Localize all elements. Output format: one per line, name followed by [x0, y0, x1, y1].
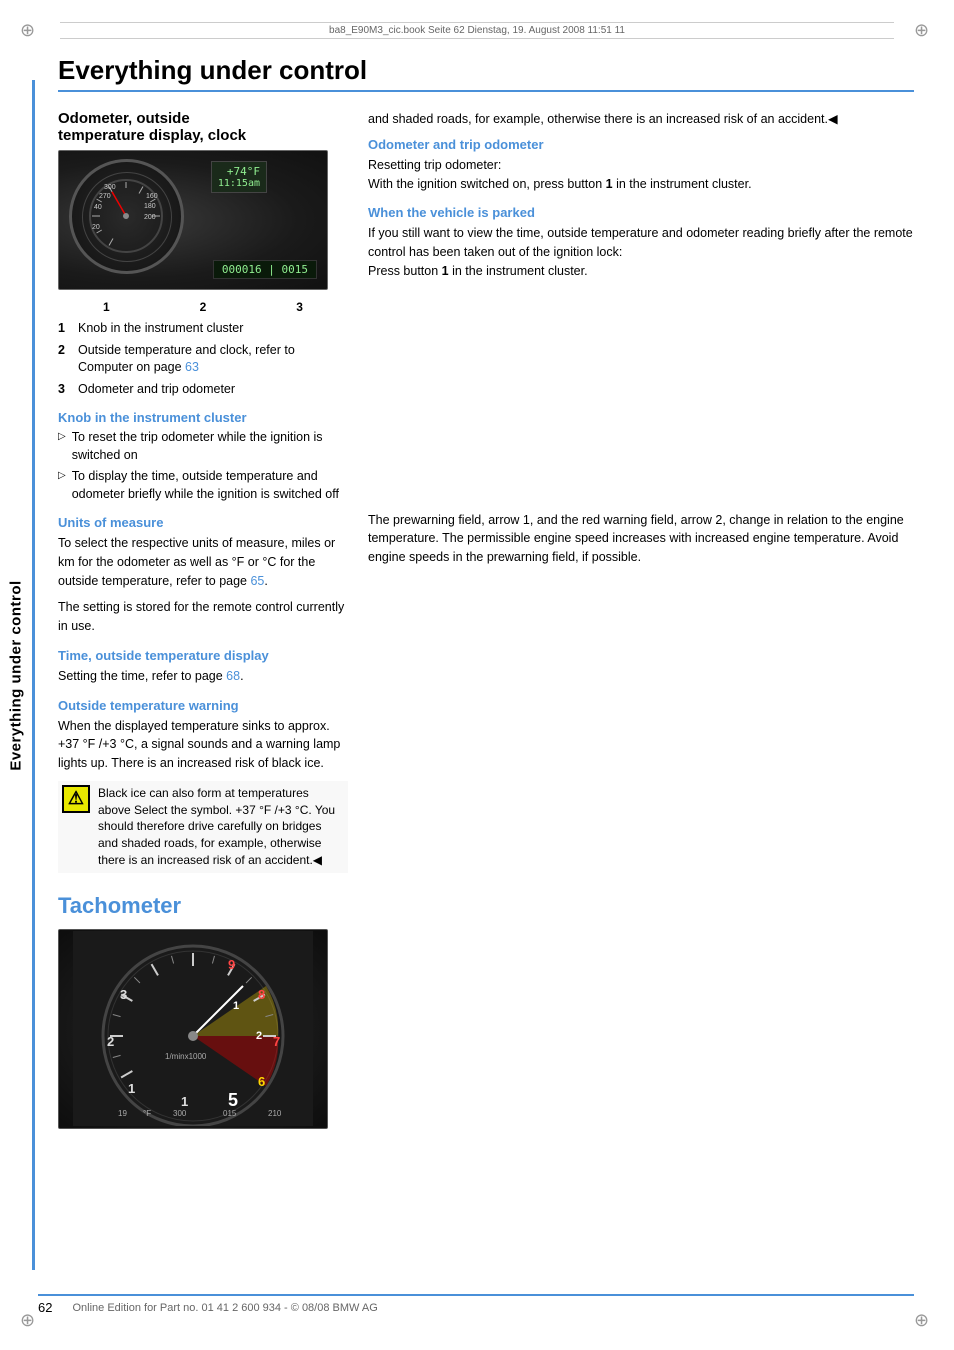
svg-text:1: 1: [128, 1081, 135, 1096]
list-item-1-text: Knob in the instrument cluster: [78, 320, 243, 338]
tacho-text-spacer: The prewarning field, arrow 1, and the r…: [368, 511, 914, 567]
left-column: Odometer, outsidetemperature display, cl…: [58, 110, 348, 1139]
tacho-image: 3 2 1 1 5 6 7 8 9 1/minx1000: [58, 929, 328, 1129]
units-text2: The setting is stored for the remote con…: [58, 598, 348, 636]
corner-mark-br: ⊕: [914, 1310, 934, 1330]
list-item-2-text: Outside temperature and clock, refer to …: [78, 342, 348, 377]
knob-bullet-2: To display the time, outside temperature…: [58, 468, 348, 503]
tacho-inner: 3 2 1 1 5 6 7 8 9 1/minx1000: [59, 930, 327, 1128]
list-item-1: 1 Knob in the instrument cluster: [58, 320, 348, 338]
svg-text:210: 210: [268, 1109, 282, 1118]
svg-text:180: 180: [144, 203, 156, 210]
page-title: Everything under control: [58, 55, 914, 92]
odo-trip-heading: Odometer and trip odometer: [368, 137, 914, 152]
svg-text:3: 3: [120, 987, 127, 1002]
svg-text:1: 1: [181, 1094, 188, 1109]
numbered-list: 1 Knob in the instrument cluster 2 Outsi…: [58, 320, 348, 398]
page-68-link[interactable]: 68: [226, 669, 240, 683]
svg-text:9: 9: [228, 957, 235, 972]
right-column: and shaded roads, for example, otherwise…: [368, 110, 914, 1139]
svg-text:40: 40: [94, 204, 102, 211]
dash-inner: 40 20 160 180 200 270 300: [59, 151, 327, 289]
time-heading: Time, outside temperature display: [58, 648, 348, 663]
sidebar: Everything under control: [0, 80, 35, 1270]
temp-warning-text: When the displayed temperature sinks to …: [58, 717, 348, 773]
item-numbers: 1 2 3: [58, 300, 348, 314]
list-item-3: 3 Odometer and trip odometer: [58, 381, 348, 399]
svg-text:7: 7: [273, 1034, 280, 1049]
svg-text:300: 300: [173, 1109, 187, 1118]
odo-trip-text: Resetting trip odometer:With the ignitio…: [368, 156, 914, 194]
sidebar-label: Everything under control: [8, 580, 25, 770]
corner-mark-tl: ⊕: [20, 20, 40, 40]
digital-display: +74°F 11:15am: [211, 161, 267, 193]
warning-box: ⚠ Black ice can also form at temperature…: [58, 781, 348, 873]
svg-text:°F: °F: [143, 1109, 151, 1118]
list-item-3-text: Odometer and trip odometer: [78, 381, 235, 399]
svg-text:8: 8: [258, 987, 265, 1002]
svg-text:2: 2: [256, 1030, 262, 1042]
tacho-svg: 3 2 1 1 5 6 7 8 9 1/minx1000: [73, 931, 313, 1126]
svg-text:1/minx1000: 1/minx1000: [165, 1052, 207, 1061]
footer-text: Online Edition for Part no. 01 41 2 600 …: [72, 1302, 377, 1314]
svg-text:2: 2: [107, 1034, 114, 1049]
temp-warning-heading: Outside temperature warning: [58, 698, 348, 713]
digital-time: 11:15am: [218, 178, 260, 189]
speedo-svg: 40 20 160 180 200 270 300: [84, 174, 169, 259]
page-number: 62: [38, 1300, 52, 1315]
warning-icon: ⚠: [62, 785, 90, 813]
item-label-3: 3: [296, 300, 303, 314]
instrument-cluster-image: 40 20 160 180 200 270 300: [58, 150, 328, 290]
page-65-link[interactable]: 65: [250, 574, 264, 588]
svg-text:200: 200: [144, 214, 156, 221]
svg-text:20: 20: [92, 224, 100, 231]
svg-text:6: 6: [258, 1074, 265, 1089]
svg-text:5: 5: [228, 1090, 238, 1110]
list-item-2: 2 Outside temperature and clock, refer t…: [58, 342, 348, 377]
main-content: Everything under control Odometer, outsi…: [38, 0, 954, 1179]
svg-text:300: 300: [104, 184, 116, 191]
page-footer: 62 Online Edition for Part no. 01 41 2 6…: [38, 1294, 914, 1315]
svg-text:160: 160: [146, 193, 158, 200]
warning-box-text: Black ice can also form at temperatures …: [98, 785, 344, 869]
tacho-section: Tachometer: [58, 893, 348, 1129]
speedo-inner: 40 20 160 180 200 270 300: [82, 172, 172, 262]
parked-heading: When the vehicle is parked: [368, 205, 914, 220]
time-text: Setting the time, refer to page 68.: [58, 667, 348, 686]
parked-text: If you still want to view the time, outs…: [368, 224, 914, 280]
tacho-title: Tachometer: [58, 893, 348, 919]
units-heading: Units of measure: [58, 515, 348, 530]
file-bar: ba8_E90M3_cic.book Seite 62 Dienstag, 19…: [60, 22, 894, 39]
knob-heading: Knob in the instrument cluster: [58, 410, 348, 425]
odometer-section-heading: Odometer, outsidetemperature display, cl…: [58, 110, 348, 144]
knob-bullet-1: To reset the trip odometer while the ign…: [58, 429, 348, 464]
page-63-link[interactable]: 63: [185, 360, 199, 374]
svg-text:1: 1: [233, 1000, 239, 1012]
intro-continuation: and shaded roads, for example, otherwise…: [368, 110, 914, 129]
corner-mark-bl: ⊕: [20, 1310, 40, 1330]
two-col-layout: Odometer, outsidetemperature display, cl…: [58, 110, 914, 1139]
speedometer: 40 20 160 180 200 270 300: [69, 159, 184, 274]
svg-text:19: 19: [118, 1109, 127, 1118]
digital-temp: +74°F: [218, 165, 260, 178]
knob-bullets: To reset the trip odometer while the ign…: [58, 429, 348, 503]
corner-mark-tr: ⊕: [914, 20, 934, 40]
item-label-2: 2: [200, 300, 207, 314]
svg-text:015: 015: [223, 1109, 237, 1118]
odometer-display: 000016 | 0015: [213, 260, 317, 279]
svg-text:270: 270: [99, 193, 111, 200]
tacho-desc-text: The prewarning field, arrow 1, and the r…: [368, 511, 914, 567]
item-label-1: 1: [103, 300, 110, 314]
units-text: To select the respective units of measur…: [58, 534, 348, 590]
